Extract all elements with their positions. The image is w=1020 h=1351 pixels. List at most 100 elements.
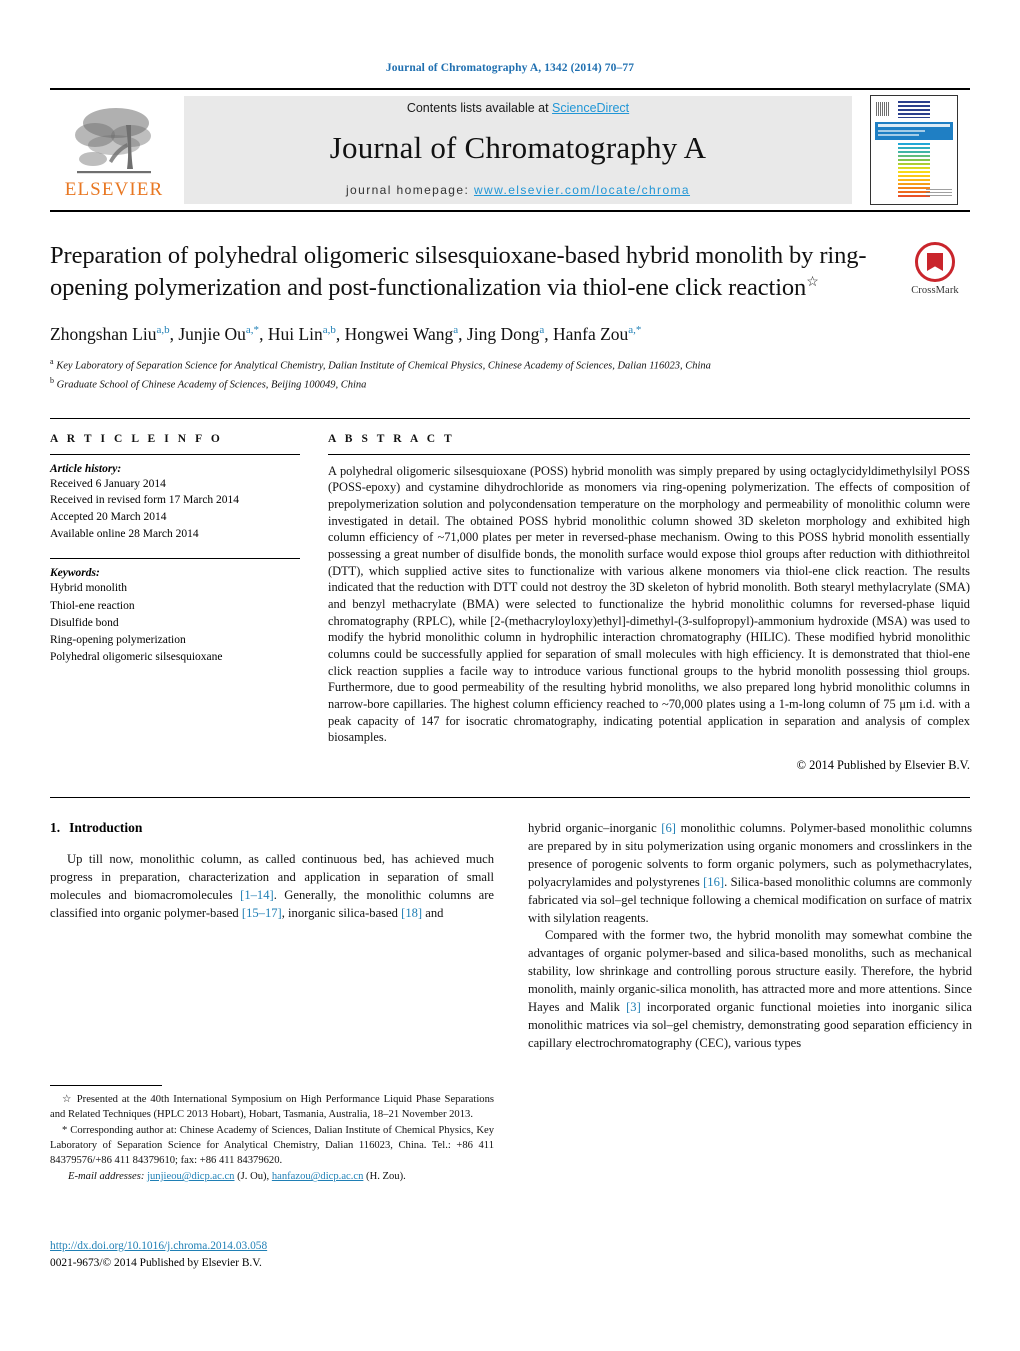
keywords-list: Hybrid monolith Thiol-ene reaction Disul…	[50, 580, 300, 666]
author-list: Zhongshan Liua,b, Junjie Oua,*, Hui Lina…	[50, 323, 642, 344]
footnote-asterisk-marker: *	[62, 1125, 68, 1137]
article-info-column: A R T I C L E I N F O Article history: R…	[50, 433, 300, 773]
title-footnote-marker: ☆	[806, 274, 819, 290]
intro-text-c: , inorganic silica-based	[281, 905, 402, 920]
title-block: Preparation of polyhedral oligomeric sil…	[50, 240, 970, 304]
article-history-list: Received 6 January 2014 Received in revi…	[50, 476, 300, 543]
intro-paragraph-2-right: Compared with the former two, the hybrid…	[528, 927, 972, 1052]
section-title: Introduction	[69, 820, 143, 836]
footnote-presented: ☆ Presented at the 40th International Sy…	[50, 1092, 494, 1122]
keyword-item: Ring-opening polymerization	[50, 634, 186, 647]
body-separator-rule	[50, 797, 970, 799]
crossmark-icon	[915, 242, 955, 282]
cover-band-line-2	[878, 130, 925, 132]
running-head: Journal of Chromatography A, 1342 (2014)…	[385, 62, 635, 74]
doi-block: http://dx.doi.org/10.1016/j.chroma.2014.…	[50, 1238, 494, 1271]
cover-band-line-3	[878, 134, 919, 136]
abstract-rule	[328, 453, 970, 455]
citation-16[interactable]: [16]	[703, 875, 724, 889]
author-affil-marker: a,*	[245, 323, 260, 336]
affiliations: a Key Laboratory of Separation Science f…	[50, 356, 970, 394]
citation-6[interactable]: [6]	[661, 821, 676, 835]
sciencedirect-link[interactable]: ScienceDirect	[552, 101, 629, 115]
cover-top-bars	[898, 101, 930, 118]
author-affil-marker: a	[453, 323, 459, 336]
section-number: 1.	[50, 820, 61, 836]
journal-title: Journal of Chromatography A	[329, 130, 707, 165]
cover-title-band	[875, 122, 953, 140]
history-item: Available online 28 March 2014	[50, 527, 199, 540]
article-info-rule	[50, 453, 300, 455]
issn-copyright-line: 0021-9673/© 2014 Published by Elsevier B…	[50, 1256, 262, 1269]
intro-paragraph-1-right: hybrid organic–inorganic [6] monolithic …	[528, 820, 972, 927]
author-affil-marker: a,b	[322, 323, 336, 336]
journal-cover-block	[858, 90, 970, 210]
body-column-left: 1. Introduction Up till now, monolithic c…	[50, 820, 494, 1052]
intro-paragraph-1-left: Up till now, monolithic column, as calle…	[50, 851, 494, 923]
affiliation-marker-a: a	[50, 357, 54, 367]
keywords-label: Keywords:	[50, 567, 100, 580]
masthead-center: Contents lists available at ScienceDirec…	[184, 96, 852, 204]
keyword-item: Disulfide bond	[50, 616, 119, 629]
footnote-star-marker: ☆	[62, 1094, 73, 1105]
elsevier-tree-icon	[71, 103, 157, 179]
body-column-right: hybrid organic–inorganic [6] monolithic …	[528, 820, 972, 1052]
email-link-zou[interactable]: hanfazou@dicp.ac.cn	[272, 1171, 364, 1182]
info-abstract-region: A R T I C L E I N F O Article history: R…	[50, 417, 970, 773]
footnote-corresponding-text: Corresponding author at: Chinese Academy…	[50, 1125, 494, 1167]
contents-available-line: Contents lists available at ScienceDirec…	[407, 101, 629, 115]
homepage-prefix: journal homepage:	[345, 183, 474, 197]
journal-cover-thumbnail	[870, 95, 958, 205]
crossmark-badge[interactable]: CrossMark	[900, 240, 970, 296]
abstract-copyright: © 2014 Published by Elsevier B.V.	[796, 758, 970, 773]
affiliation-marker-b: b	[50, 375, 54, 385]
article-info-heading: A R T I C L E I N F O	[50, 432, 223, 445]
abstract-column: A B S T R A C T A polyhedral oligomeric …	[328, 433, 970, 773]
affiliation-b: b Graduate School of Chinese Academy of …	[50, 375, 970, 394]
cover-barcode-icon	[876, 102, 890, 116]
history-item: Received in revised form 17 March 2014	[50, 494, 240, 507]
footnote-emails: E-mail addresses: junjieou@dicp.ac.cn (J…	[50, 1169, 494, 1184]
article-history-label: Article history:	[50, 462, 122, 475]
keyword-item: Hybrid monolith	[50, 582, 127, 595]
footnote-rule	[50, 1085, 162, 1086]
section-heading-introduction: 1. Introduction	[50, 820, 494, 836]
footnote-corresponding: * Corresponding author at: Chinese Acade…	[50, 1123, 494, 1168]
page-title: Preparation of polyhedral oligomeric sil…	[50, 240, 882, 304]
email-owner-zou: (H. Zou).	[363, 1171, 406, 1183]
intro-text-d: and	[422, 905, 444, 920]
author-affil-marker: a,b	[156, 323, 170, 336]
abstract-heading: A B S T R A C T	[328, 432, 455, 445]
doi-link[interactable]: http://dx.doi.org/10.1016/j.chroma.2014.…	[50, 1240, 267, 1252]
affiliation-b-text: Graduate School of Chinese Academy of Sc…	[56, 379, 367, 391]
abstract-text: A polyhedral oligomeric silsesquioxane (…	[328, 463, 970, 745]
contents-prefix: Contents lists available at	[406, 101, 553, 115]
intro-right-text-a: hybrid organic–inorganic	[528, 821, 662, 836]
keyword-item: Polyhedral oligomeric silsesquioxane	[50, 651, 223, 664]
affiliation-a: a Key Laboratory of Separation Science f…	[50, 356, 970, 375]
journal-homepage-link[interactable]: www.elsevier.com/locate/chroma	[474, 183, 690, 197]
history-item: Accepted 20 March 2014	[50, 511, 167, 524]
paper-title-text: Preparation of polyhedral oligomeric sil…	[50, 242, 867, 301]
cover-elsevier-mark	[926, 186, 952, 198]
crossmark-label: CrossMark	[911, 285, 959, 296]
doi-link-row: http://dx.doi.org/10.1016/j.chroma.2014.…	[50, 1238, 494, 1255]
journal-masthead: ELSEVIER Contents lists available at Sci…	[50, 88, 970, 212]
citation-15-17[interactable]: [15–17]	[242, 906, 282, 920]
footnotes-block: ☆ Presented at the 40th International Sy…	[50, 1085, 494, 1185]
elsevier-wordmark: ELSEVIER	[64, 179, 164, 200]
email-link-ou[interactable]: junjieou@dicp.ac.cn	[147, 1171, 234, 1182]
elsevier-logo-block: ELSEVIER	[50, 90, 178, 210]
citation-3[interactable]: [3]	[626, 1000, 641, 1014]
footnote-presented-text: Presented at the 40th International Symp…	[50, 1094, 494, 1121]
citation-18[interactable]: [18]	[401, 906, 422, 920]
author-affil-marker: a,*	[628, 323, 642, 336]
article-page: Journal of Chromatography A, 1342 (2014)…	[0, 0, 1020, 1351]
citation-1-14[interactable]: [1–14]	[240, 888, 274, 902]
affiliation-a-text: Key Laboratory of Separation Science for…	[56, 360, 711, 372]
title-main: Preparation of polyhedral oligomeric sil…	[50, 240, 900, 304]
keywords-rule	[50, 558, 300, 560]
history-item: Received 6 January 2014	[50, 477, 166, 490]
author-affil-marker: a	[539, 323, 545, 336]
keyword-item: Thiol-ene reaction	[50, 599, 135, 612]
